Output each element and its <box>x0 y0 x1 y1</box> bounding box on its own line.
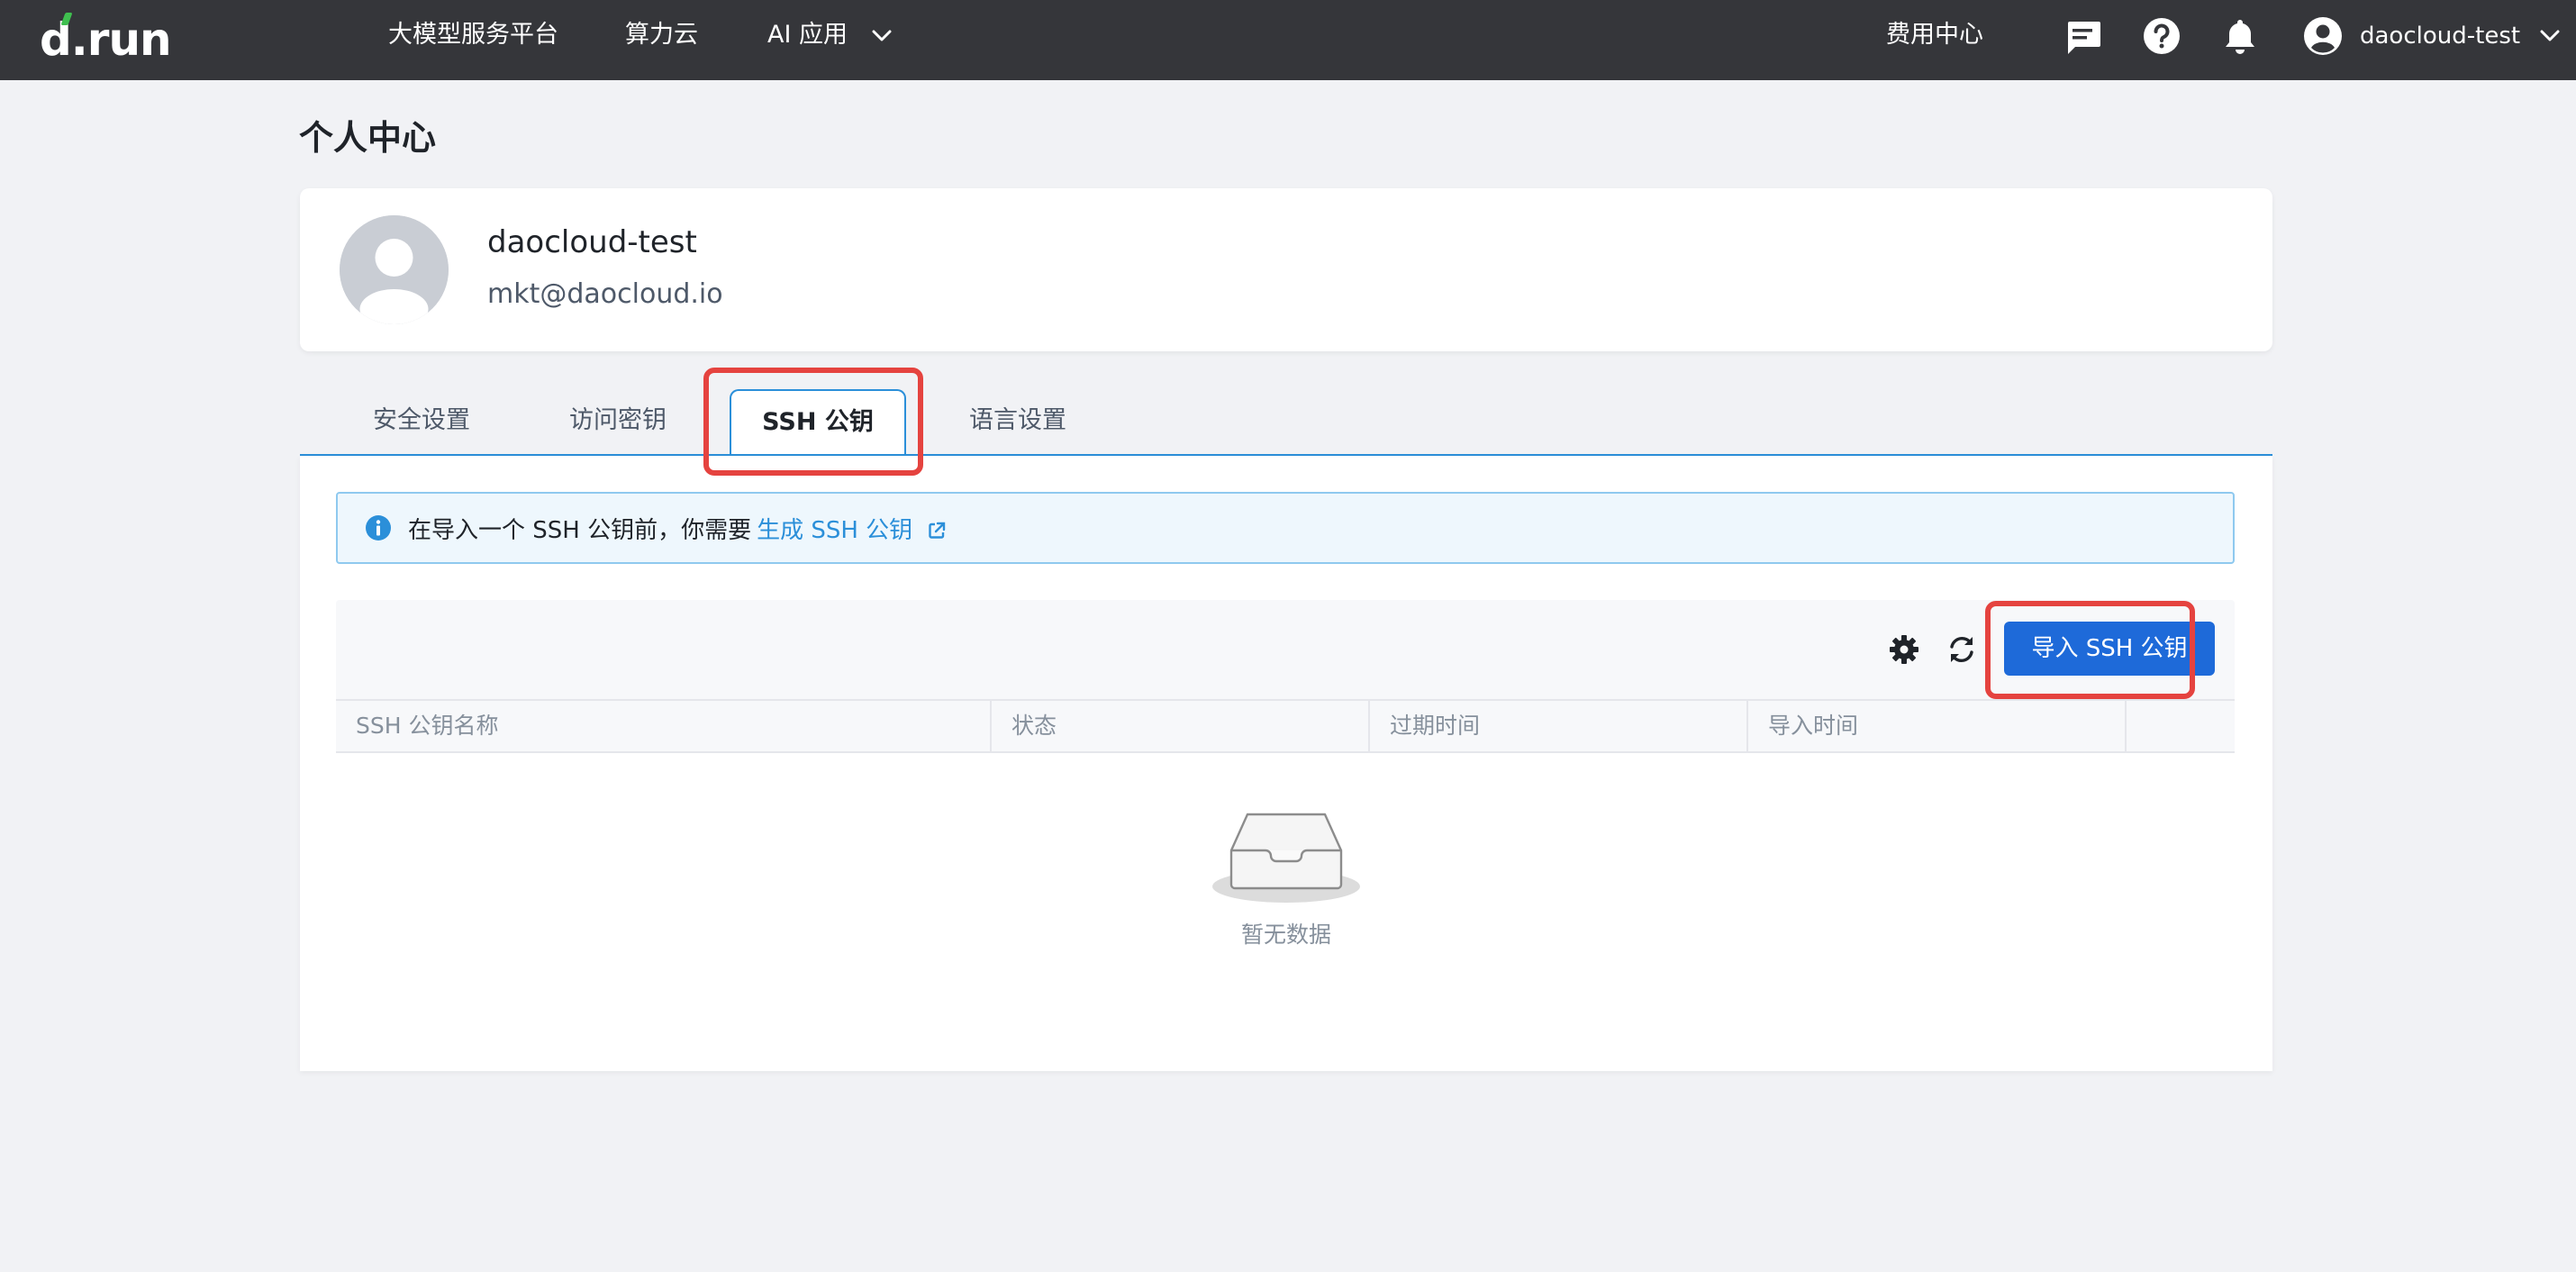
info-icon <box>366 515 391 541</box>
settings-gear-icon[interactable] <box>1887 632 1921 667</box>
billing-center-link[interactable]: 费用中心 <box>1886 0 1983 80</box>
chevron-down-icon <box>872 30 892 41</box>
refresh-icon[interactable] <box>1945 632 1979 667</box>
nav-item-model-platform[interactable]: 大模型服务平台 <box>388 0 558 80</box>
highlight-box-import-button <box>1985 601 2195 699</box>
tab-language-settings[interactable]: 语言设置 <box>937 389 1099 456</box>
column-header-ssh-key-name[interactable]: SSH 公钥名称 <box>336 701 992 751</box>
bell-icon[interactable] <box>2220 16 2260 56</box>
avatar-icon <box>340 215 449 324</box>
avatar <box>340 215 449 324</box>
profile-card: daocloud-test mkt@daocloud.io <box>300 188 2272 351</box>
empty-text: 暂无数据 <box>1240 922 1331 948</box>
profile-email: mkt@daocloud.io <box>487 278 723 310</box>
tab-label: 访问密钥 <box>569 406 667 434</box>
column-header-status[interactable]: 状态 <box>992 701 1370 751</box>
column-header-import-time[interactable]: 导入时间 <box>1748 701 2127 751</box>
nav-item-label: 大模型服务平台 <box>388 21 558 49</box>
column-header-expiration-time[interactable]: 过期时间 <box>1370 701 1748 751</box>
user-icon <box>2304 17 2342 55</box>
tab-access-keys[interactable]: 访问密钥 <box>537 389 699 456</box>
highlight-box-ssh-tab <box>703 368 923 476</box>
tab-security-settings[interactable]: 安全设置 <box>340 389 503 456</box>
tab-label: 语言设置 <box>969 406 1066 434</box>
logo-text: d.run <box>40 14 172 66</box>
tab-label: 安全设置 <box>373 406 470 434</box>
alert-text: 在导入一个 SSH 公钥前，你需要 <box>408 516 752 544</box>
ssh-keys-panel: 在导入一个 SSH 公钥前，你需要 生成 SSH 公钥 导入 SSH 公钥 SS… <box>300 456 2272 1071</box>
nav-item-ai-apps[interactable]: AI 应用 <box>767 0 892 80</box>
user-menu[interactable]: daocloud-test <box>2302 13 2560 59</box>
top-navigation-bar: d.run 大模型服务平台 算力云 AI 应用 费用中心 daocloud-te… <box>0 0 2576 80</box>
link-label: 生成 SSH 公钥 <box>757 516 913 544</box>
external-link-icon <box>929 522 946 539</box>
message-icon[interactable] <box>2063 16 2102 56</box>
page-title: 个人中心 <box>299 118 437 158</box>
table-header: SSH 公钥名称 状态 过期时间 导入时间 <box>336 699 2235 753</box>
chevron-down-icon <box>2540 30 2560 41</box>
username: daocloud-test <box>2360 23 2521 50</box>
logo[interactable]: d.run <box>40 11 172 68</box>
table-toolbar: 导入 SSH 公钥 <box>336 600 2235 699</box>
nav-item-label: 算力云 <box>625 21 698 49</box>
help-icon[interactable] <box>2142 16 2181 56</box>
nav-item-label: AI 应用 <box>767 21 848 49</box>
empty-inbox-icon <box>1212 813 1360 903</box>
nav-item-compute-cloud[interactable]: 算力云 <box>625 0 698 80</box>
column-header-actions <box>2127 701 2235 751</box>
generate-ssh-key-link[interactable]: 生成 SSH 公钥 <box>757 512 947 545</box>
billing-center-label: 费用中心 <box>1886 21 1983 49</box>
profile-name: daocloud-test <box>487 224 697 260</box>
info-alert: 在导入一个 SSH 公钥前，你需要 生成 SSH 公钥 <box>336 492 2235 564</box>
empty-state: 暂无数据 <box>300 807 2272 949</box>
